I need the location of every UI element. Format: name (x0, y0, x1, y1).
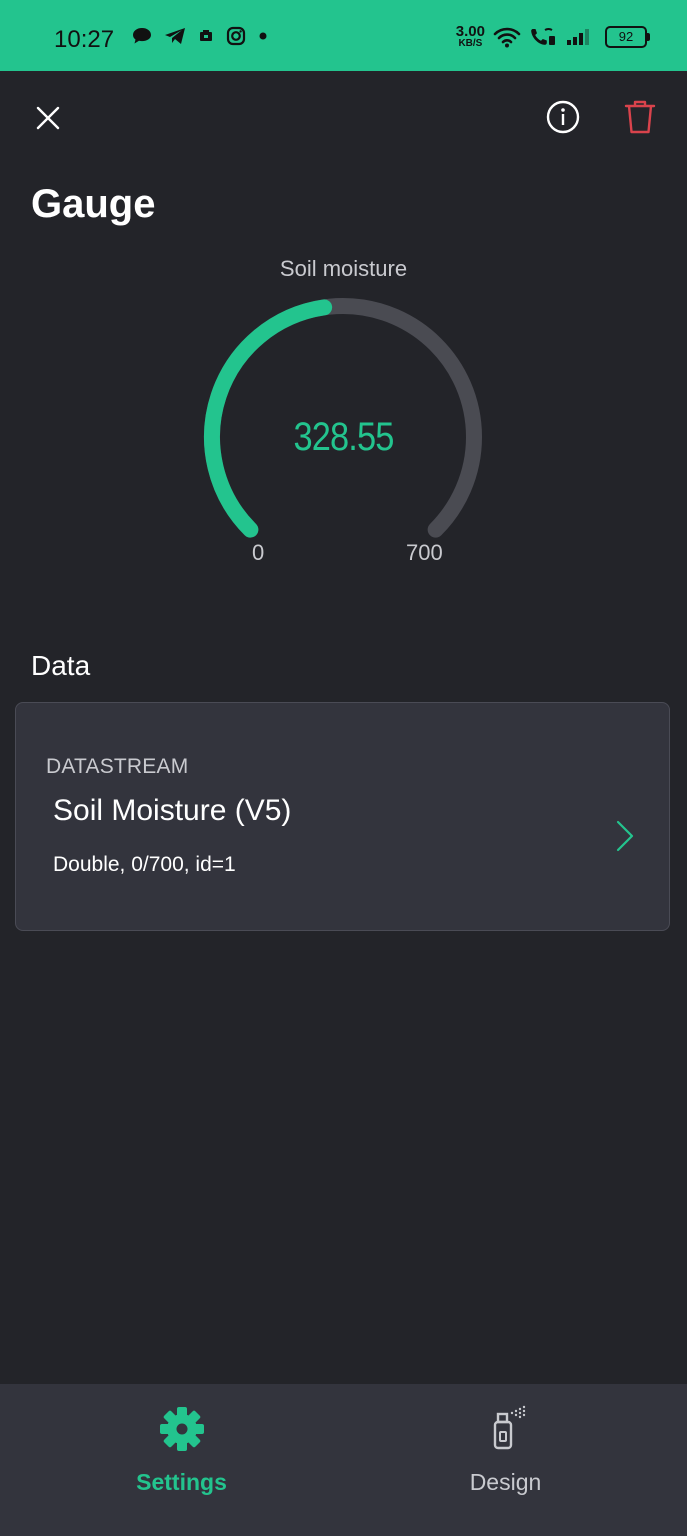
battery-icon: 92 (605, 25, 650, 48)
chevron-right-icon (616, 820, 634, 852)
gauge-min-label: 0 (252, 540, 265, 565)
tab-settings-label: Settings (136, 1469, 227, 1495)
gear-icon (159, 1407, 204, 1451)
network-speed-value: 3.00 (455, 23, 485, 40)
status-system-icons: 3.00 KB/S 92 (456, 24, 650, 49)
close-icon (36, 106, 60, 130)
info-button[interactable] (543, 97, 583, 137)
network-speed: 3.00 KB/S (456, 24, 485, 49)
datastream-card[interactable]: DATASTREAM Soil Moisture (V5) Double, 0/… (15, 702, 670, 931)
datastream-caption: DATASTREAM (46, 755, 189, 778)
status-bar: 10:27 3.00 KB/S 92 (0, 0, 687, 71)
network-speed-unit: KB/S (458, 38, 483, 49)
dot-icon (259, 32, 267, 40)
telegram-icon (165, 28, 185, 44)
datastream-name: Soil Moisture (V5) (53, 794, 292, 827)
gauge-value: 328.55 (293, 415, 394, 459)
wifi-call-icon (531, 27, 555, 45)
tab-design-label: Design (469, 1469, 542, 1495)
close-button[interactable] (28, 98, 68, 138)
page-title: Gauge (31, 182, 156, 226)
status-time: 10:27 (54, 26, 115, 53)
signal-icon (567, 28, 589, 45)
spray-can-icon (493, 1405, 525, 1450)
gauge-widget: Soil moisture 328.55 0 700 (0, 250, 687, 580)
trash-icon (624, 100, 656, 134)
gauge-max-label: 700 (406, 540, 443, 565)
chat-bubble-icon (133, 28, 151, 44)
status-notification-icons (132, 26, 268, 46)
notification-icon (200, 30, 212, 41)
wifi-icon (493, 27, 521, 47)
tab-settings[interactable]: Settings (10, 1384, 353, 1536)
bottom-navigation: Settings Design (0, 1384, 687, 1536)
tab-design[interactable]: Design (334, 1384, 677, 1536)
gauge-settings-screen: 10:27 3.00 KB/S 92 Gauge Soil moisture 3… (0, 0, 687, 1536)
datastream-meta: Double, 0/700, id=1 (53, 853, 236, 876)
data-section-title: Data (31, 650, 91, 681)
info-icon (546, 100, 580, 134)
delete-button[interactable] (620, 97, 660, 137)
instagram-icon (226, 26, 246, 46)
